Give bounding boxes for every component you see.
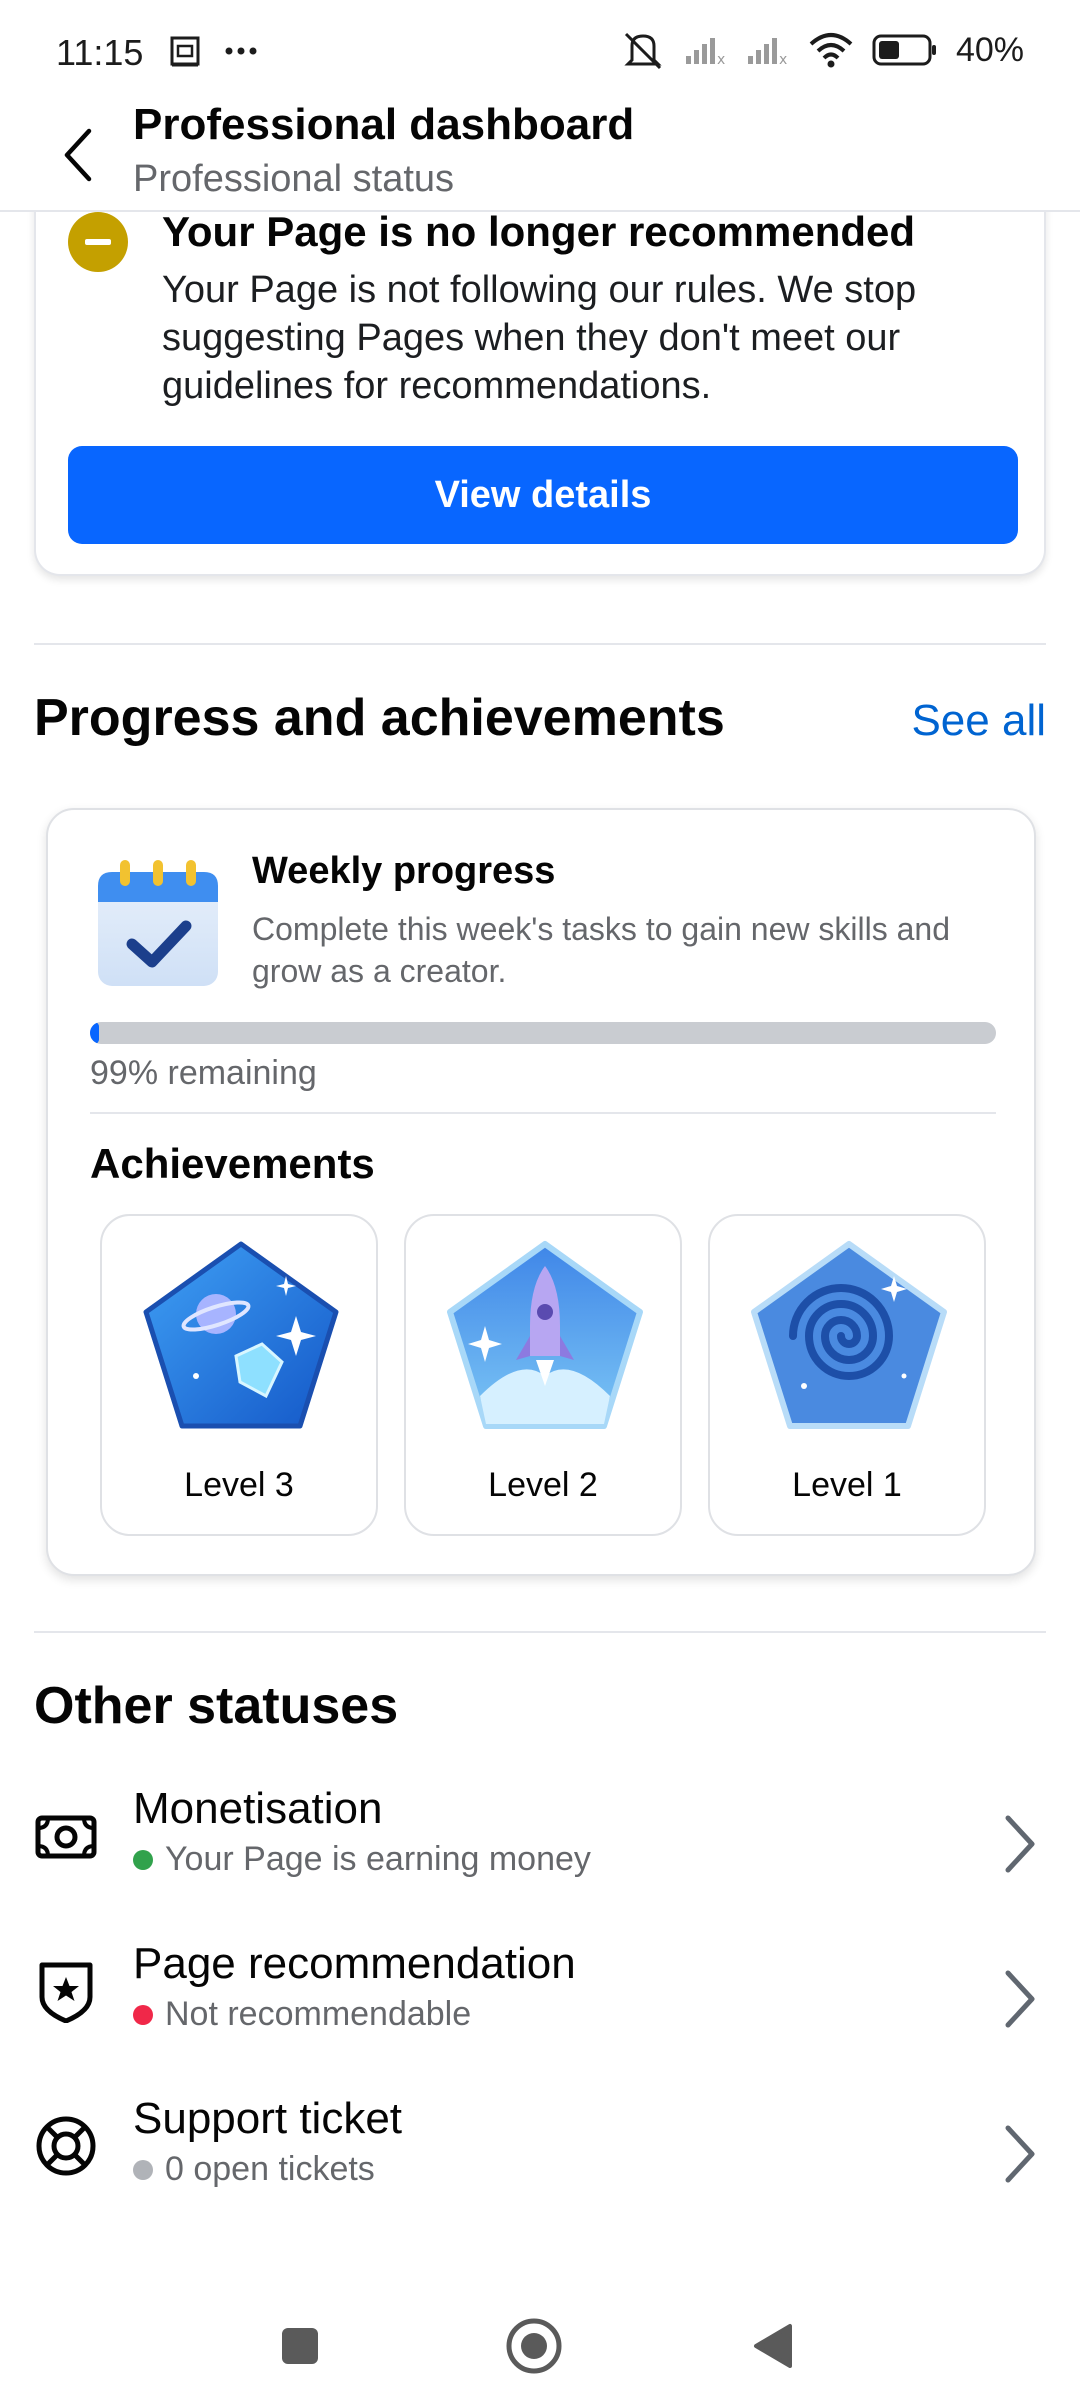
weekly-progress-bar-fill bbox=[90, 1022, 100, 1044]
status-row-support-ticket[interactable]: Support ticket 0 open tickets bbox=[0, 2094, 1080, 2234]
badge-label: Level 2 bbox=[488, 1466, 598, 1504]
status-dot bbox=[133, 2004, 153, 2025]
money-icon bbox=[35, 1815, 97, 1859]
battery-percentage: 40% bbox=[955, 30, 1024, 69]
mute-icon bbox=[624, 32, 662, 70]
status-dot bbox=[133, 1849, 153, 1870]
achievements-title: Achievements bbox=[90, 1140, 375, 1187]
system-nav-bar bbox=[0, 2290, 1080, 2400]
progress-section-title: Progress and achievements bbox=[34, 689, 725, 747]
status-text: Not recommendable bbox=[165, 1995, 472, 2033]
minus-circle-icon bbox=[68, 212, 128, 272]
achievement-badge-level-3[interactable]: Level 3 bbox=[100, 1214, 378, 1536]
screenshot-icon bbox=[170, 36, 200, 67]
recents-icon bbox=[282, 2328, 318, 2364]
card-divider bbox=[90, 1112, 996, 1114]
chevron-right-icon bbox=[1005, 1970, 1035, 2028]
svg-text:x: x bbox=[779, 52, 787, 66]
status-subtitle: Not recommendable bbox=[133, 1995, 471, 2034]
status-subtitle: Your Page is earning money bbox=[133, 1840, 591, 1879]
page-subtitle: Professional status bbox=[133, 158, 455, 200]
status-title: Support ticket bbox=[133, 2094, 403, 2143]
see-all-link[interactable]: See all bbox=[911, 696, 1046, 746]
status-title: Monetisation bbox=[133, 1784, 383, 1833]
recommendation-body: Your Page is not following our rules. We… bbox=[162, 269, 917, 407]
recents-button[interactable] bbox=[268, 2314, 332, 2378]
achievement-badge-level-2[interactable]: Level 2 bbox=[404, 1214, 682, 1536]
home-icon bbox=[506, 2318, 562, 2374]
other-statuses-title: Other statuses bbox=[34, 1677, 399, 1735]
shield-star-icon bbox=[39, 1962, 93, 2023]
status-subtitle: 0 open tickets bbox=[133, 2150, 375, 2189]
weekly-progress-remaining: 99% remaining bbox=[90, 1054, 317, 1092]
recommendation-card: Your Page is no longer recommended Your … bbox=[34, 150, 1046, 576]
planet-diamond-badge-icon bbox=[143, 1241, 339, 1429]
calendar-check-icon bbox=[98, 860, 218, 986]
status-dot bbox=[133, 2159, 153, 2180]
status-time: 11:15 bbox=[56, 32, 144, 73]
achievement-badges: Level 3 Level 2 Level 1 bbox=[100, 1214, 986, 1536]
recommendation-title: Your Page is no longer recommended bbox=[162, 208, 916, 255]
battery-icon bbox=[872, 34, 936, 66]
chevron-right-icon bbox=[1005, 1815, 1035, 1873]
home-button[interactable] bbox=[502, 2314, 566, 2378]
more-icon bbox=[225, 47, 257, 55]
back-button[interactable] bbox=[48, 120, 108, 190]
status-text: 0 open tickets bbox=[165, 2150, 375, 2188]
back-icon bbox=[754, 2324, 792, 2368]
rocket-badge-icon bbox=[447, 1241, 643, 1429]
page-title: Professional dashboard bbox=[133, 100, 635, 149]
app-header: Professional dashboard Professional stat… bbox=[0, 100, 1080, 212]
weekly-progress-description: Complete this week's tasks to gain new s… bbox=[252, 911, 950, 989]
badge-label: Level 3 bbox=[184, 1466, 294, 1504]
svg-text:x: x bbox=[717, 52, 725, 66]
signal-icon: x bbox=[685, 38, 725, 66]
back-nav-button[interactable] bbox=[740, 2314, 804, 2378]
view-details-button[interactable]: View details bbox=[68, 446, 1018, 544]
weekly-progress-title: Weekly progress bbox=[252, 850, 556, 892]
chevron-left-icon bbox=[64, 128, 92, 182]
status-row-monetisation[interactable]: Monetisation Your Page is earning money bbox=[0, 1784, 1080, 1924]
chevron-right-icon bbox=[1005, 2125, 1035, 2183]
weekly-progress-bar bbox=[90, 1022, 996, 1044]
galaxy-badge-icon bbox=[751, 1241, 947, 1429]
section-divider bbox=[34, 643, 1046, 645]
achievement-badge-level-1[interactable]: Level 1 bbox=[708, 1214, 986, 1536]
signal-icon: x bbox=[747, 38, 787, 66]
lifebuoy-icon bbox=[36, 2116, 96, 2176]
section-divider bbox=[34, 1631, 1046, 1633]
status-text: Your Page is earning money bbox=[165, 1840, 591, 1878]
status-bar: 11:15 x x 40% bbox=[0, 0, 1080, 100]
status-row-page-recommendation[interactable]: Page recommendation Not recommendable bbox=[0, 1939, 1080, 2079]
status-title: Page recommendation bbox=[133, 1939, 576, 1988]
wifi-icon bbox=[809, 33, 853, 68]
progress-card: Weekly progress Complete this week's tas… bbox=[46, 808, 1036, 1576]
badge-label: Level 1 bbox=[792, 1466, 902, 1504]
